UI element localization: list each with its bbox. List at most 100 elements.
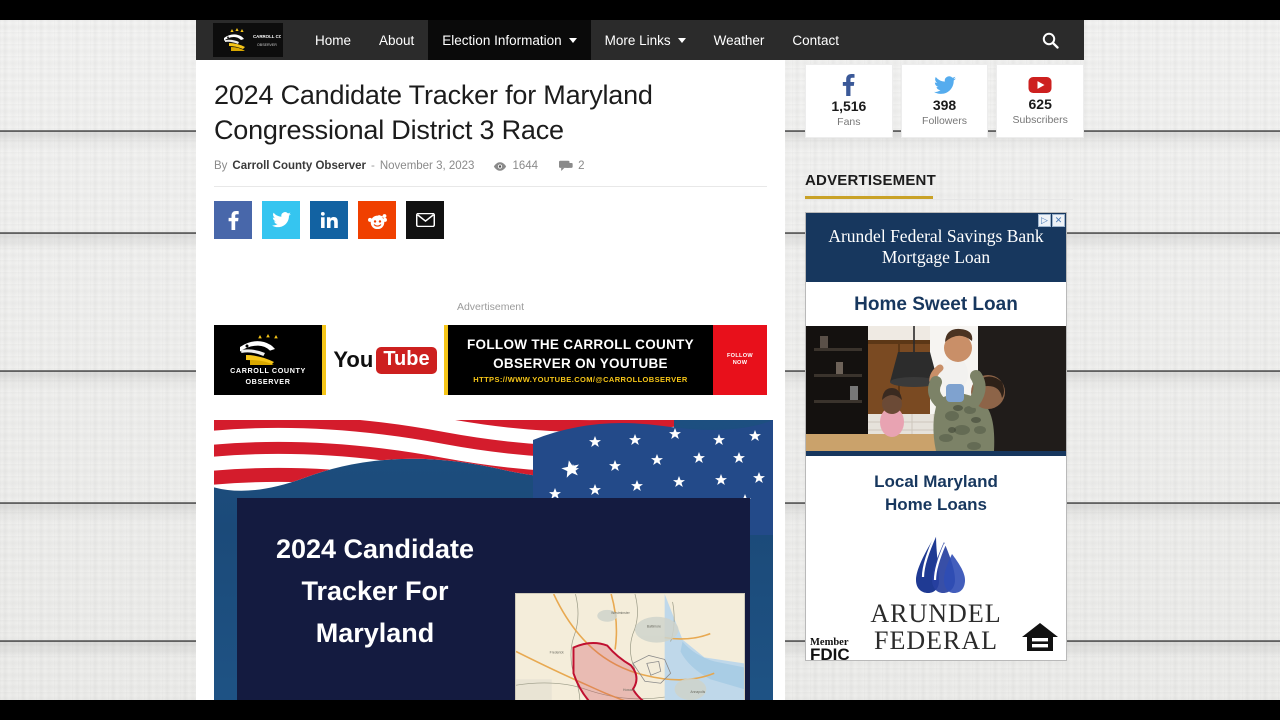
- main-column: 2024 Candidate Tracker for Maryland Cong…: [196, 60, 785, 700]
- byline-prefix: By: [214, 160, 228, 172]
- nav-links: Home About Election Information More Lin…: [301, 20, 853, 60]
- social-count-label: Fans: [837, 116, 861, 128]
- ad-tagline-area: Home Sweet Loan: [806, 282, 1066, 326]
- ad-header: Arundel Federal Savings Bank Mortgage Lo…: [806, 213, 1066, 282]
- nav-item-about[interactable]: About: [365, 20, 428, 60]
- heading-underline: [805, 199, 1073, 200]
- search-icon: [1042, 32, 1059, 49]
- ad-local-line2: Home Loans: [884, 495, 988, 514]
- letterbox-top: [0, 0, 1280, 20]
- social-count-label: Followers: [922, 114, 967, 127]
- chevron-down-icon: [677, 37, 686, 43]
- share-reddit-button[interactable]: [358, 201, 396, 239]
- svg-text:Annapolis: Annapolis: [690, 690, 705, 694]
- social-counter-youtube[interactable]: 625 Subscribers: [996, 64, 1084, 138]
- arundel-logo-icon: [916, 533, 965, 593]
- inline-ad-cta-line1: FOLLOW: [726, 353, 754, 359]
- inline-ad-headline-2: OBSERVER ON YOUTUBE: [493, 355, 668, 371]
- share-linkedin-button[interactable]: [310, 201, 348, 239]
- ad-choices-controls[interactable]: ▷ ✕: [1038, 214, 1065, 227]
- site-container: CARROLL COUNTY OBSERVER Home About Elect…: [196, 20, 1084, 700]
- ad-footer: Local Maryland Home Loans ARUNDEL FEDERA…: [806, 456, 1066, 664]
- ad-photo: [806, 326, 1066, 451]
- share-buttons: [214, 187, 767, 239]
- fdic-text: FDIC: [810, 645, 850, 664]
- social-count-label: Subscribers: [1012, 114, 1068, 126]
- nav-item-label: More Links: [604, 32, 671, 48]
- nav-item-contact[interactable]: Contact: [778, 20, 853, 60]
- byline-separator: -: [371, 160, 375, 172]
- inline-ad-logo-line1: CARROLL COUNTY: [230, 366, 306, 375]
- adchoices-icon[interactable]: ▷: [1038, 214, 1051, 227]
- share-facebook-button[interactable]: [214, 201, 252, 239]
- nav-item-more-links[interactable]: More Links: [591, 20, 700, 60]
- nav-item-label: Contact: [792, 32, 839, 48]
- nav-item-home[interactable]: Home: [301, 20, 365, 60]
- article-author[interactable]: Carroll County Observer: [232, 160, 366, 172]
- svg-text:CARROLL COUNTY: CARROLL COUNTY: [253, 34, 281, 39]
- social-counter-twitter[interactable]: 398 Followers: [900, 64, 989, 138]
- article-date: November 3, 2023: [379, 160, 475, 172]
- inline-ad-logo: CARROLL COUNTY OBSERVER: [214, 325, 326, 395]
- article-byline: By Carroll County Observer - November 3,…: [214, 160, 767, 172]
- social-counter-facebook[interactable]: 1,516 Fans: [805, 64, 893, 138]
- twitter-icon: [933, 75, 956, 94]
- youtube-you-text: You: [333, 347, 374, 372]
- inline-ad-cta-line2: NOW: [732, 360, 748, 366]
- nav-item-label: Weather: [713, 32, 765, 48]
- inline-ad-headline-1: FOLLOW THE CARROLL COUNTY: [467, 336, 694, 352]
- featured-image[interactable]: 2024 Candidate Tracker For Maryland West…: [214, 420, 773, 700]
- article: 2024 Candidate Tracker for Maryland Cong…: [196, 60, 785, 700]
- district-map-image: Westminster Baltimore Frederick Howard A…: [515, 593, 745, 700]
- view-count-value: 1644: [512, 160, 539, 172]
- nav-item-weather[interactable]: Weather: [700, 20, 779, 60]
- site-logo[interactable]: CARROLL COUNTY OBSERVER: [213, 23, 283, 57]
- inline-ad-url: HTTPS://WWW.YOUTUBE.COM/@CARROLLOBSERVER: [473, 374, 688, 384]
- svg-text:Westminster: Westminster: [611, 611, 630, 615]
- view-count: 1644: [493, 160, 538, 172]
- member-fdic: Member FDIC: [810, 637, 850, 664]
- ad-header-line2: Mortgage Loan: [881, 247, 991, 267]
- chevron-down-icon: [568, 37, 577, 43]
- featured-heading: 2024 Candidate Tracker For Maryland: [275, 534, 475, 648]
- inline-ad-message: FOLLOW THE CARROLL COUNTY OBSERVER ON YO…: [444, 325, 767, 395]
- svg-text:Frederick: Frederick: [550, 650, 564, 654]
- social-count-value: 1,516: [831, 98, 867, 114]
- nav-item-label: About: [379, 32, 415, 48]
- svg-text:Baltimore: Baltimore: [647, 625, 661, 629]
- inline-ad-banner[interactable]: CARROLL COUNTY OBSERVER You Tube FOLLOW …: [214, 325, 767, 395]
- facebook-icon: [228, 210, 239, 230]
- share-twitter-button[interactable]: [262, 201, 300, 239]
- inline-ad-logo-line2: OBSERVER: [245, 377, 291, 386]
- social-count-value: 398: [932, 96, 957, 113]
- eye-icon: [494, 161, 507, 171]
- youtube-tube-text: Tube: [376, 346, 437, 374]
- main-navigation: CARROLL COUNTY OBSERVER Home About Elect…: [196, 20, 1084, 60]
- arundel-federal-logo: [812, 532, 1060, 596]
- inline-ad-follow-button[interactable]: FOLLOW NOW: [713, 325, 767, 395]
- facebook-icon: [843, 74, 855, 96]
- ad-tagline: Home Sweet Loan: [854, 294, 1018, 315]
- youtube-icon: [1028, 77, 1052, 93]
- sidebar-advertisement[interactable]: ▷ ✕ Arundel Federal Savings Bank Mortgag…: [805, 212, 1067, 664]
- twitter-icon: [271, 212, 291, 228]
- ad-local-line1: Local Maryland: [874, 472, 998, 491]
- ad-photo-graphic: [806, 326, 1066, 451]
- svg-text:OBSERVER: OBSERVER: [257, 43, 277, 47]
- nav-item-label: Election Information: [442, 32, 562, 48]
- share-email-button[interactable]: [406, 201, 444, 239]
- svg-text:Howard: Howard: [623, 688, 635, 692]
- inline-ad-youtube-logo: You Tube: [326, 325, 444, 395]
- close-icon[interactable]: ✕: [1052, 214, 1065, 227]
- linkedin-icon: [320, 212, 338, 228]
- search-button[interactable]: [1032, 20, 1068, 60]
- featured-inner-panel: 2024 Candidate Tracker For Maryland West…: [237, 498, 750, 700]
- envelope-icon: [415, 213, 435, 227]
- nav-item-election-information[interactable]: Election Information: [428, 20, 591, 60]
- inline-ad-label: Advertisement: [456, 301, 525, 313]
- advertisement-heading-text: ADVERTISEMENT: [805, 172, 936, 189]
- equal-housing-opportunity-icon: [1020, 621, 1060, 658]
- map-graphic: Westminster Baltimore Frederick Howard A…: [516, 594, 744, 700]
- reddit-icon: [367, 213, 387, 229]
- sidebar: 1,516 Fans 398 Followers 625 Subscribers…: [785, 60, 1084, 700]
